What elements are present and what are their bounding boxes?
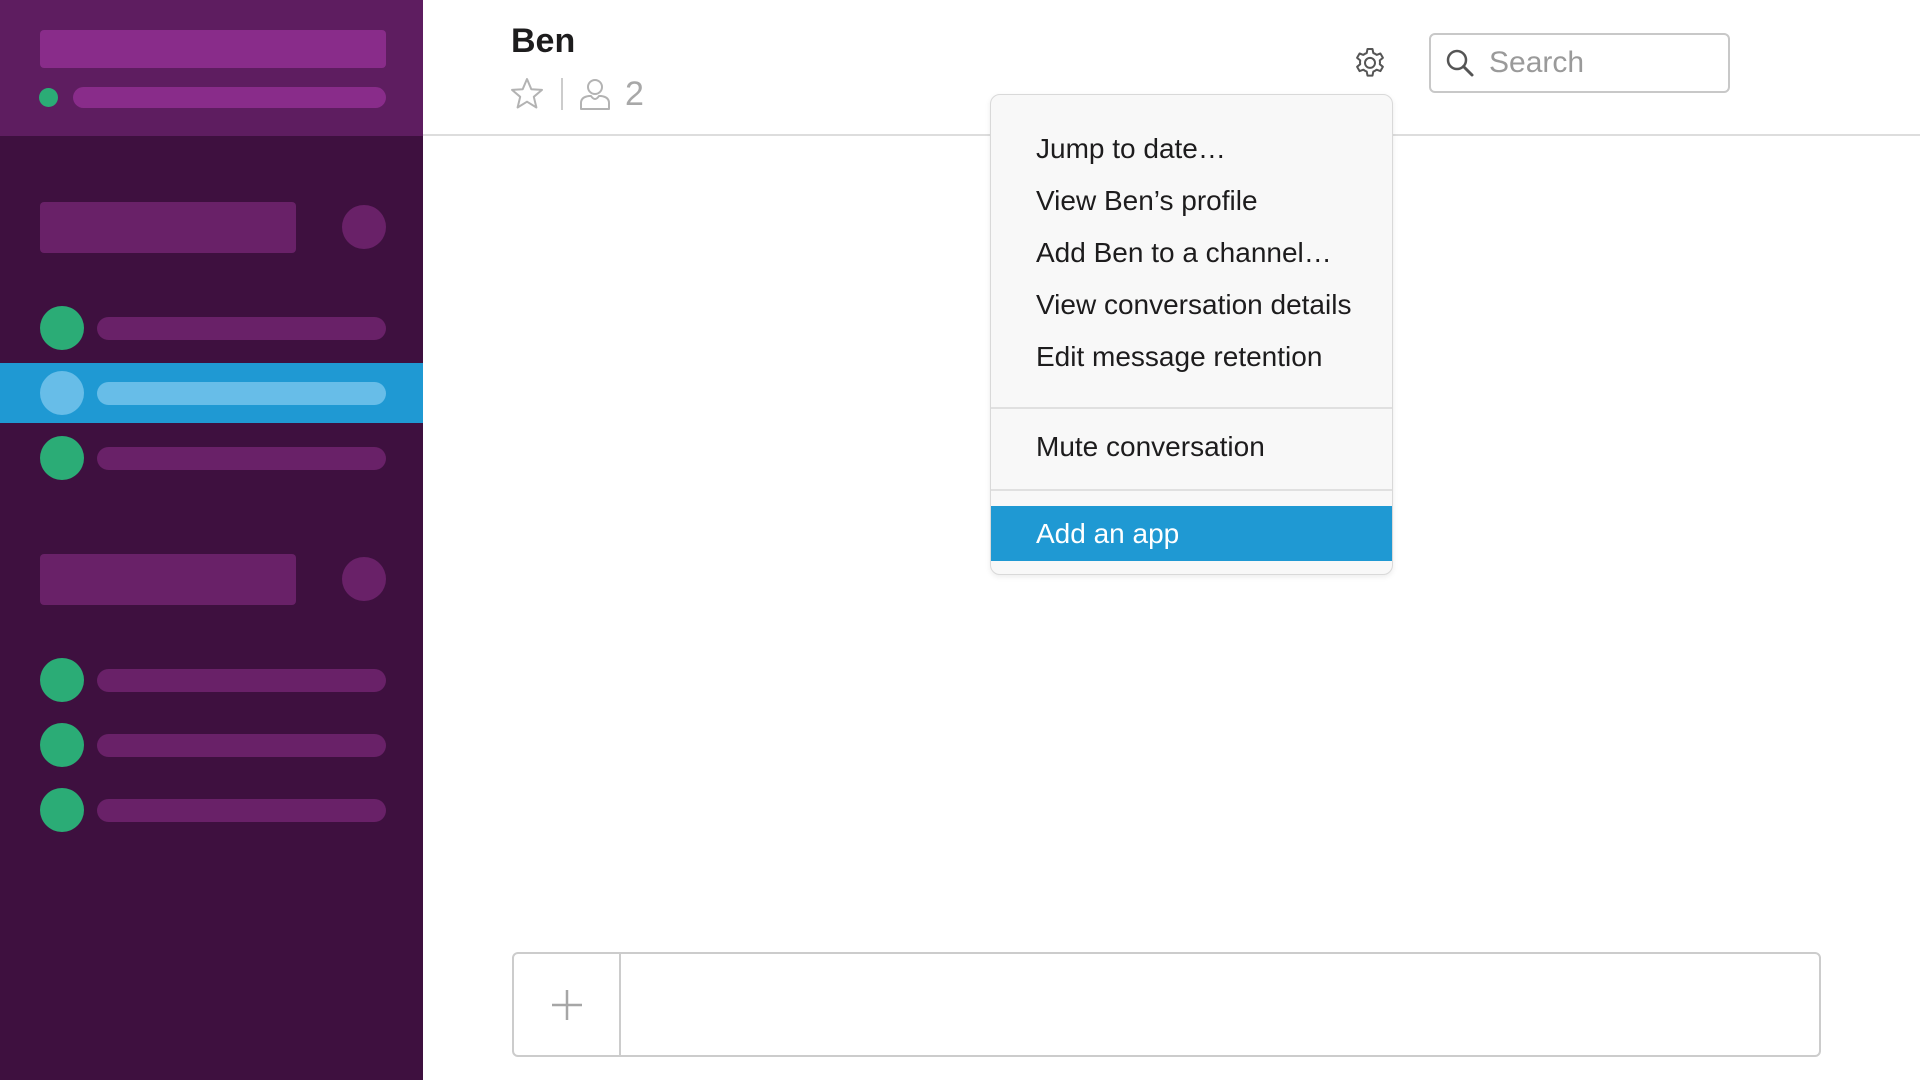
menu-item-view-conversation-details[interactable]: View conversation details (991, 279, 1392, 331)
avatar (40, 436, 84, 480)
section-heading-placeholder[interactable] (40, 202, 296, 253)
user-name-placeholder (73, 87, 386, 108)
menu-separator (991, 489, 1392, 491)
presence-dot (39, 88, 58, 107)
sidebar-item-label-placeholder (97, 382, 386, 405)
section-add-button[interactable] (342, 557, 386, 601)
avatar (40, 658, 84, 702)
menu-item-mute-conversation[interactable]: Mute conversation (991, 421, 1392, 473)
sidebar-item[interactable] (0, 298, 423, 358)
plus-icon (551, 989, 582, 1020)
message-composer (512, 952, 1821, 1057)
conversation-settings-button[interactable] (1350, 44, 1390, 84)
menu-item-add-to-channel[interactable]: Add Ben to a channel… (991, 227, 1392, 279)
gear-icon (1356, 48, 1384, 77)
conversation-title[interactable]: Ben (511, 22, 575, 61)
sidebar-item-label-placeholder (97, 799, 386, 822)
menu-item-edit-message-retention[interactable]: Edit message retention (991, 331, 1392, 383)
search-icon (1446, 49, 1474, 77)
menu-item-add-an-app[interactable]: Add an app (991, 506, 1392, 561)
sidebar-item-label-placeholder (97, 447, 386, 470)
sidebar-item-label-placeholder (97, 734, 386, 757)
menu-separator (991, 407, 1392, 409)
workspace-name-placeholder (40, 30, 386, 68)
message-input[interactable] (623, 954, 1819, 1055)
member-icon[interactable] (577, 76, 613, 112)
search-input[interactable] (1489, 46, 1719, 80)
avatar (40, 371, 84, 415)
sidebar-item-active[interactable] (0, 363, 423, 423)
header-meta: 2 (509, 74, 644, 114)
avatar (40, 306, 84, 350)
sidebar-item[interactable] (0, 428, 423, 488)
avatar (40, 723, 84, 767)
sidebar-item-label-placeholder (97, 317, 386, 340)
section-heading-placeholder[interactable] (40, 554, 296, 605)
menu-item-jump-to-date[interactable]: Jump to date… (991, 123, 1392, 175)
conversation-settings-menu: Jump to date… View Ben’s profile Add Ben… (990, 94, 1393, 575)
avatar (40, 788, 84, 832)
sidebar-item[interactable] (0, 715, 423, 775)
section-add-button[interactable] (342, 205, 386, 249)
sidebar-item[interactable] (0, 780, 423, 840)
member-count[interactable]: 2 (625, 75, 644, 114)
star-icon[interactable] (509, 76, 545, 112)
sidebar (0, 0, 423, 1080)
sidebar-item-label-placeholder (97, 669, 386, 692)
workspace-header[interactable] (0, 0, 423, 136)
attach-button[interactable] (514, 954, 621, 1055)
search-box[interactable] (1429, 33, 1730, 93)
menu-item-view-profile[interactable]: View Ben’s profile (991, 175, 1392, 227)
meta-divider (561, 78, 563, 110)
sidebar-item[interactable] (0, 650, 423, 710)
